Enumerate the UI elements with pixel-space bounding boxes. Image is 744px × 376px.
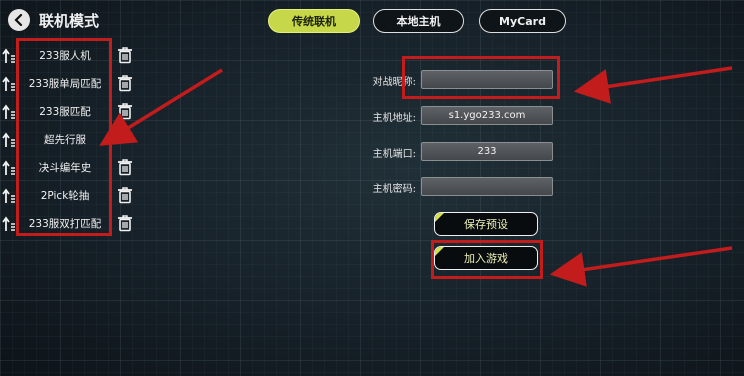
corner-accent [435, 213, 444, 222]
annotation-box-join [431, 240, 543, 279]
sort-up-icon[interactable] [2, 132, 16, 148]
save-preset-label: 保存预设 [464, 218, 508, 231]
sort-up-icon[interactable] [2, 76, 16, 92]
sort-up-icon[interactable] [2, 160, 16, 176]
sort-up-icon[interactable] [2, 104, 16, 120]
tab-local-host[interactable]: 本地主机 [373, 9, 464, 33]
page-title: 联机模式 [39, 12, 100, 30]
annotation-box-server-list [16, 38, 112, 236]
trash-icon[interactable] [117, 46, 133, 64]
trash-icon[interactable] [117, 214, 133, 232]
trash-icon[interactable] [117, 74, 133, 92]
arrow-to-nickname [573, 66, 733, 104]
port-label: 主机端口: [372, 149, 416, 160]
save-preset-button[interactable]: 保存预设 [434, 212, 538, 236]
trash-icon[interactable] [117, 158, 133, 176]
sort-up-icon[interactable] [2, 216, 16, 232]
password-field[interactable] [421, 177, 553, 196]
chevron-left-icon [14, 14, 23, 26]
back-button[interactable] [8, 9, 30, 31]
host-label: 主机地址: [372, 113, 416, 124]
port-field[interactable]: 233 [421, 142, 553, 161]
sort-up-icon[interactable] [2, 188, 16, 204]
arrow-to-join [549, 246, 733, 287]
trash-icon[interactable] [117, 186, 133, 204]
password-label: 主机密码: [372, 184, 416, 195]
sort-up-icon[interactable] [2, 48, 16, 64]
tab-mycard[interactable]: MyCard [479, 9, 566, 33]
annotation-box-nickname [402, 56, 560, 99]
tab-traditional[interactable]: 传统联机 [268, 9, 360, 33]
host-field[interactable]: s1.ygo233.com [421, 106, 553, 125]
trash-icon[interactable] [117, 102, 133, 120]
